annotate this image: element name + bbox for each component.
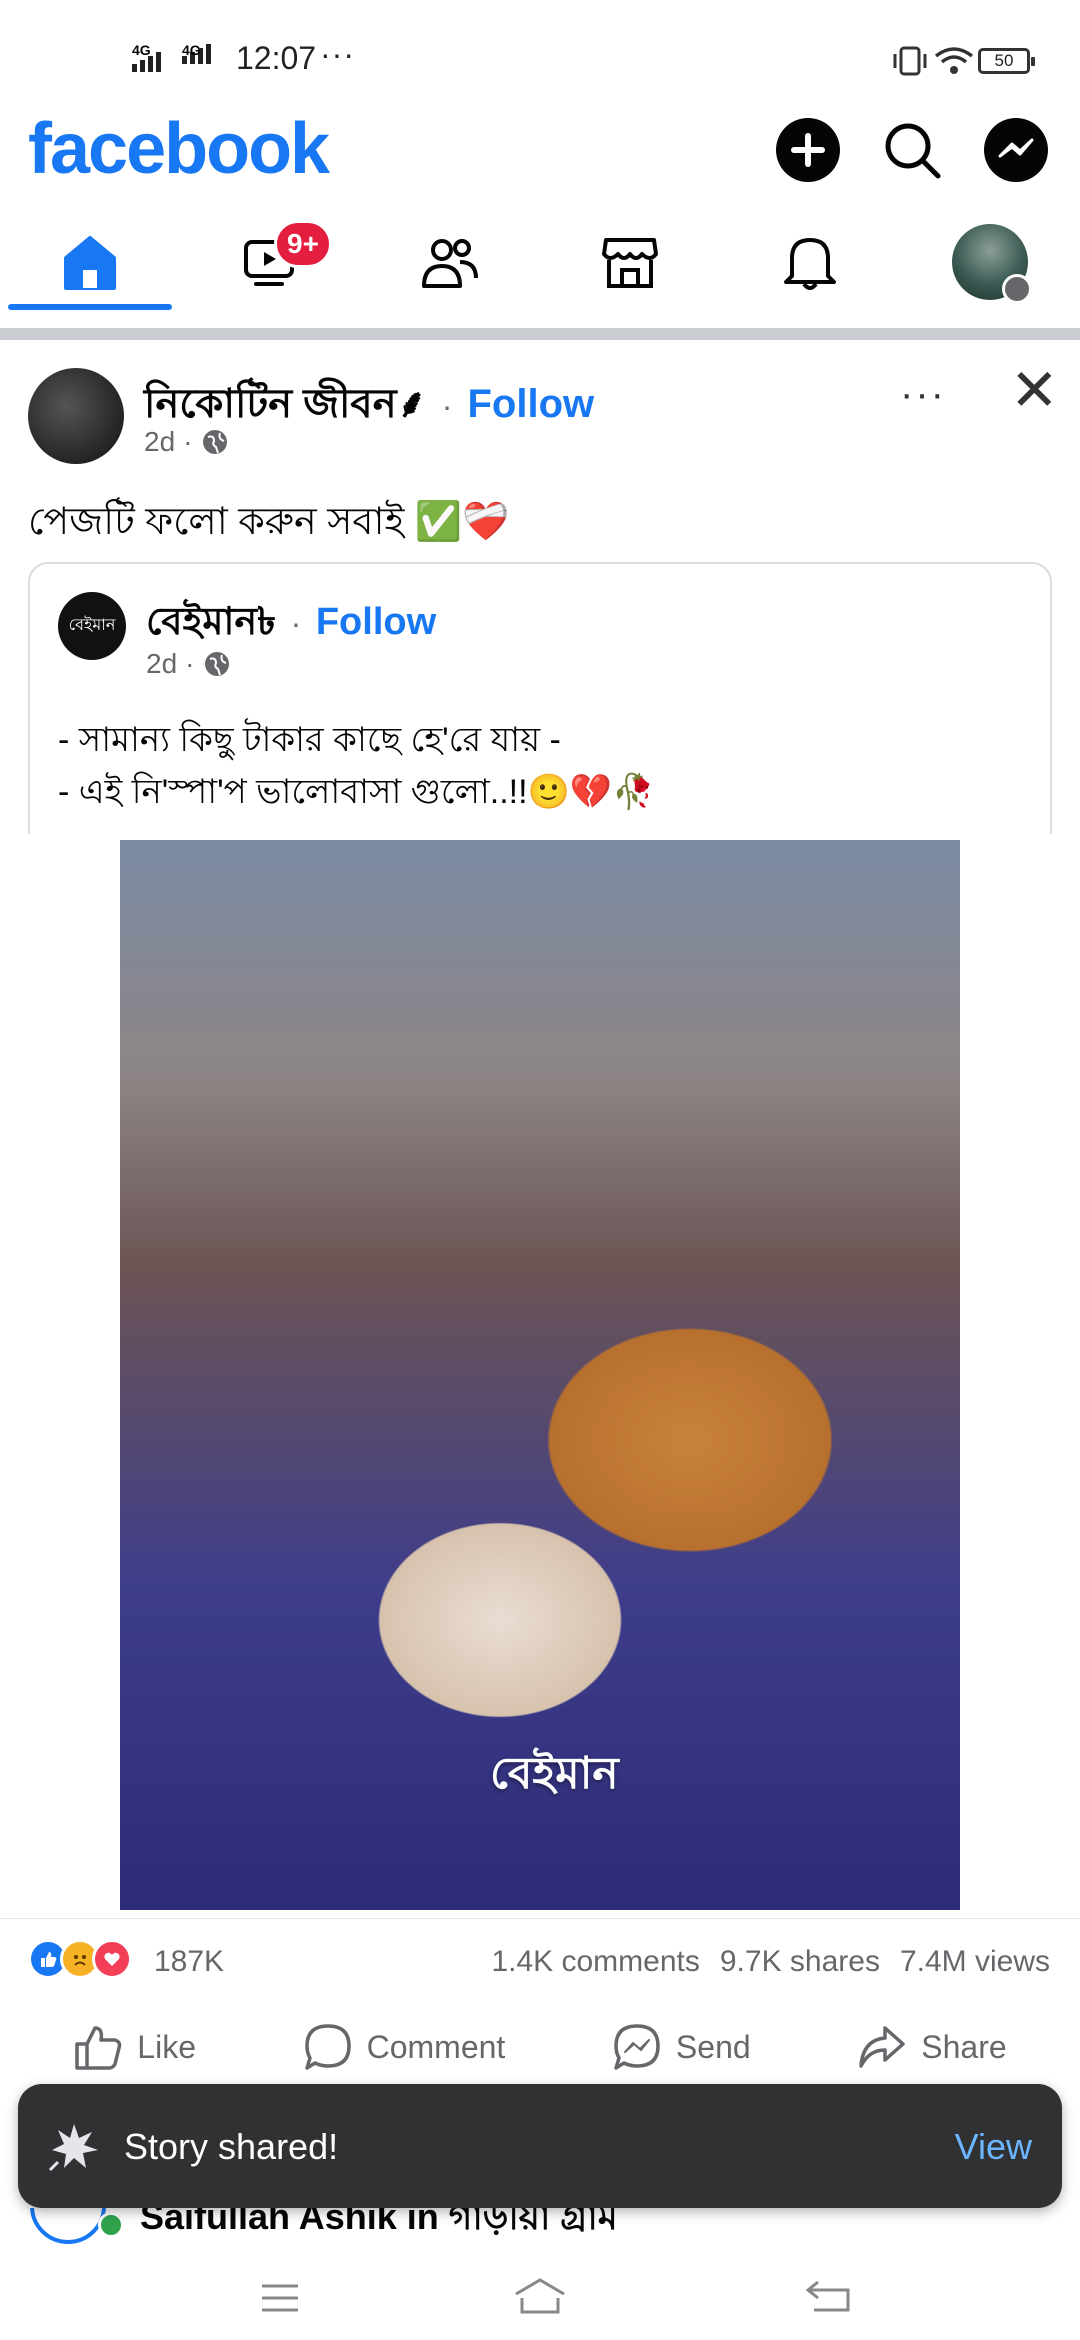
bell-icon [784, 238, 836, 290]
globe-icon [205, 652, 230, 676]
dot-separator: · [441, 388, 453, 424]
tab-home[interactable] [10, 212, 170, 312]
shares-count[interactable]: 9.7K shares [720, 1945, 880, 1979]
comment-button[interactable]: Comment [303, 2022, 506, 2072]
shared-post-text: - সামান্য কিছু টাকার কাছে হে'রে যায় - -… [58, 714, 655, 818]
sparkle-icon [48, 2124, 98, 2172]
facebook-logo[interactable]: facebook [28, 108, 330, 190]
follow-button[interactable]: Follow [467, 382, 594, 426]
more-options-button[interactable]: ··· [900, 372, 946, 417]
divider [0, 328, 1080, 340]
back-icon[interactable] [804, 2278, 854, 2314]
engagement-counts: 1.4K comments 9.7K shares 7.4M views [491, 1945, 1050, 1979]
post-time: 2d [144, 426, 176, 457]
recents-menu-icon[interactable] [258, 2280, 302, 2316]
shared-follow-button[interactable]: Follow [316, 601, 436, 643]
avatar [952, 224, 1032, 304]
next-post-preview: Saifullah Ashik in গাড়ীয়া গ্রাম [0, 2208, 1080, 2248]
notifications-badge: 9+ [274, 220, 332, 268]
status-more: ··· [320, 36, 355, 72]
search-icon [885, 123, 941, 179]
tab-friends[interactable] [370, 212, 530, 312]
post-actions: Like Comment Send Share [0, 2002, 1080, 2092]
shared-author-name[interactable]: বেইমান৳ [146, 601, 276, 643]
top-nav: 9+ [0, 212, 1080, 316]
friends-icon [422, 239, 478, 288]
globe-icon [203, 430, 228, 454]
messenger-button[interactable] [984, 118, 1048, 182]
comment-label: Comment [366, 2028, 506, 2065]
author-name[interactable]: নিকোটিন জীবন⸙ [144, 382, 427, 426]
post-caption: পেজটি ফলো করুন সবাই ✅❤️‍🩹 [28, 501, 510, 543]
story-shared-toast: Story shared! View [18, 2084, 1062, 2208]
create-button[interactable] [776, 118, 840, 182]
active-tab-indicator [8, 304, 172, 310]
next-post-author[interactable]: Saifullah Ashik in গাড়ীয়া গ্রাম [140, 2208, 618, 2248]
toast-message: Story shared! [124, 2126, 339, 2167]
share-button[interactable]: Share [857, 2022, 1007, 2072]
send-button[interactable]: Send [612, 2022, 751, 2072]
messenger-send-icon [614, 2024, 660, 2070]
toast-view-button[interactable]: View [955, 2126, 1032, 2168]
plus-icon [791, 133, 825, 167]
network-type-2: 4G [182, 42, 201, 58]
dot-separator: · [183, 426, 193, 457]
share-label: Share [921, 2028, 1007, 2065]
comments-count[interactable]: 1.4K comments [491, 1945, 699, 1979]
status-bar: 4G 4G 12:07 ··· 50 [0, 0, 1080, 110]
tab-notifications[interactable] [730, 212, 890, 312]
shared-text-line-1: - সামান্য কিছু টাকার কাছে হে'রে যায় - [58, 721, 561, 759]
shared-text-line-2: - এই নি'স্পা'প ভালোবাসা গুলো..!!🙂💔🥀 [58, 773, 655, 811]
vibrate-icon [893, 46, 927, 76]
dot-separator: · [290, 605, 302, 641]
post-stats: 187K 1.4K comments 9.7K shares 7.4M view… [0, 1918, 1080, 1990]
shared-author-avatar[interactable]: বেইমান [58, 592, 126, 660]
home-system-icon[interactable] [512, 2276, 568, 2316]
shared-author-line: বেইমান৳ · Follow [146, 592, 436, 656]
tab-marketplace[interactable] [550, 212, 710, 312]
love-reaction-icon [92, 1939, 132, 1979]
like-label: Like [137, 2028, 196, 2065]
thumbs-up-icon [75, 2026, 122, 2070]
next-post-avatar[interactable] [30, 2208, 106, 2244]
share-arrow-icon [859, 2026, 906, 2068]
post-header: নিকোটিন জীবন⸙ · Follow 2d · ··· ✕ [0, 356, 1080, 466]
video-watermark: বেইমান [490, 1749, 619, 1798]
online-indicator [98, 2212, 124, 2238]
network-type: 4G [132, 42, 151, 58]
clock: 12:07 [236, 40, 317, 76]
tab-video[interactable] [190, 212, 350, 312]
author-avatar[interactable] [28, 368, 124, 464]
like-button[interactable]: Like [73, 2022, 196, 2072]
send-label: Send [675, 2028, 751, 2065]
shared-post-time: 2d [146, 648, 178, 679]
close-button[interactable]: ✕ [1010, 362, 1059, 420]
post-meta: 2d · [144, 426, 230, 458]
tab-profile[interactable] [910, 212, 1070, 312]
signal-icon-2: 4G [182, 42, 211, 64]
dot-separator: · [185, 648, 195, 679]
reactions-summary[interactable] [28, 1939, 132, 1979]
shared-post[interactable]: বেইমান বেইমান৳ · Follow 2d · - সামান্য ক… [28, 562, 1052, 834]
marketplace-icon [602, 238, 658, 288]
comment-icon [304, 2024, 351, 2070]
wifi-icon [934, 47, 974, 74]
menu-icon [1002, 274, 1032, 304]
signal-icon: 4G [132, 42, 161, 72]
search-button[interactable] [880, 118, 944, 182]
shared-post-meta: 2d · [146, 648, 232, 680]
post-video[interactable]: বেইমান [120, 840, 960, 1910]
views-count: 7.4M views [899, 1945, 1050, 1978]
battery-icon: 50 [978, 48, 1035, 74]
system-navigation-bar [0, 2250, 1080, 2340]
messenger-icon [998, 138, 1034, 158]
home-icon [64, 236, 116, 290]
reactions-count[interactable]: 187K [154, 1945, 224, 1979]
